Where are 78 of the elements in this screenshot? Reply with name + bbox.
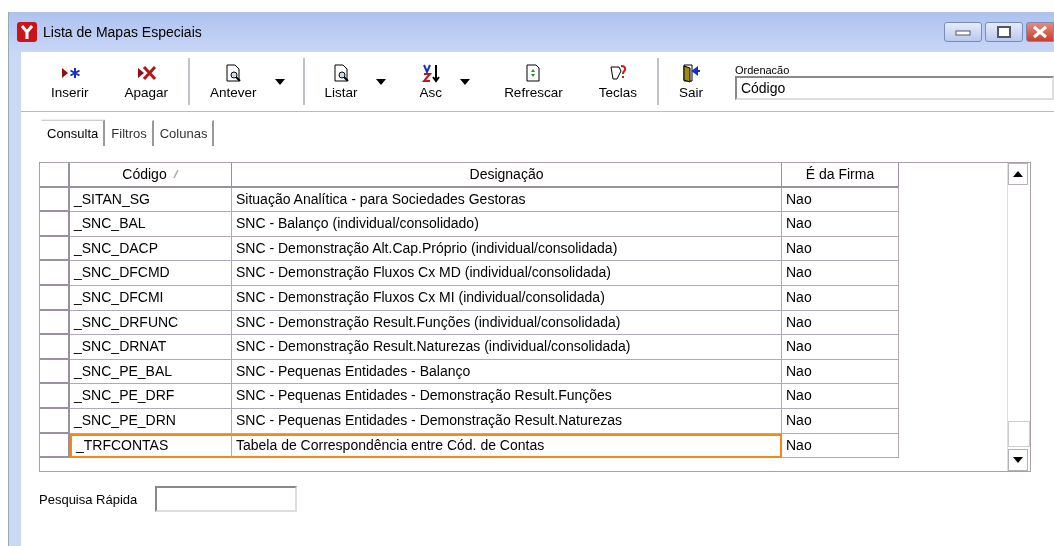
table-cell: _SNC_DFCMI: [70, 285, 232, 311]
column-header[interactable]: É da Firma: [805, 162, 875, 187]
toolbar-button[interactable]: Asc: [409, 52, 453, 111]
table-cell: Nao: [782, 384, 899, 409]
table-cell: SNC - Demonstração Fluxos Cx MD (individual/consolidada): [232, 261, 782, 286]
toolbar-button[interactable]: Antever: [200, 52, 267, 111]
row-selector[interactable]: [40, 335, 70, 360]
table-cell: _TRFCONTAS: [70, 433, 232, 459]
ordering-field[interactable]: Código: [734, 75, 1054, 100]
scroll-down-button[interactable]: [1008, 449, 1028, 471]
search-label: Pesquisa Rápida: [39, 491, 138, 507]
up-arrow-icon: [1013, 171, 1023, 177]
row-selector[interactable]: [40, 285, 70, 311]
close-icon: [1032, 25, 1048, 39]
ordering-label: Ordenacão: [734, 63, 791, 76]
table-cell: _SNC_PE_DRF: [70, 384, 232, 409]
row-selector[interactable]: [40, 212, 70, 237]
row-selector[interactable]: [40, 261, 70, 286]
table-cell: Nao: [782, 408, 899, 434]
column-header[interactable]: Código: [122, 162, 167, 187]
row-selector[interactable]: [40, 384, 70, 409]
table-cell: Nao: [782, 310, 899, 336]
table-cell: Nao: [782, 187, 899, 213]
row-selector[interactable]: [40, 187, 70, 213]
toolbar-button[interactable]: Refrescar: [494, 52, 573, 111]
table-cell: _SNC_DFCMD: [70, 261, 232, 286]
table-cell: Situação Analítica - para Sociedades Gestoras: [232, 187, 782, 213]
sort-icon: [419, 63, 442, 83]
app-logo-icon: [17, 22, 37, 42]
row-selector[interactable]: [40, 433, 70, 459]
scroll-thumb[interactable]: [1008, 421, 1030, 447]
table-cell: Nao: [782, 261, 899, 286]
search-field[interactable]: [155, 486, 298, 512]
tab[interactable]: Filtros: [105, 120, 154, 146]
column-header[interactable]: Designação: [469, 162, 544, 187]
table-cell: SNC - Demonstração Fluxos Cx MI (individual/consolidada): [232, 285, 782, 311]
table-cell: SNC - Balanço (individual/consolidado): [232, 212, 782, 237]
tab[interactable]: Consulta: [41, 120, 106, 146]
table-cell: Nao: [782, 236, 899, 262]
table-cell: _SNC_PE_DRN: [70, 408, 232, 434]
maximize-icon: [996, 26, 1012, 38]
table-cell: SNC - Demonstração Alt.Cap.Próprio (individual/consolidada): [232, 236, 782, 262]
table-cell: Nao: [782, 285, 899, 311]
table-cell: Nao: [782, 335, 899, 360]
toolbar-button[interactable]: Sair: [668, 52, 713, 111]
table-cell: SNC - Pequenas Entidades - Demonstração Result.Funções: [232, 384, 782, 409]
scrollbar[interactable]: [1007, 163, 1030, 471]
row-selector[interactable]: [40, 359, 70, 385]
row-selector[interactable]: [40, 236, 70, 262]
table-cell: SNC - Demonstração Result.Naturezas (individual/consolidada): [232, 335, 782, 360]
minimize-icon: [955, 28, 971, 36]
table-cell: Nao: [782, 359, 899, 385]
table-cell: _SNC_DRFUNC: [70, 310, 232, 336]
scroll-up-button[interactable]: [1008, 163, 1028, 185]
row-selector[interactable]: [40, 310, 70, 336]
table-cell: SNC - Pequenas Entidades - Balanço: [232, 359, 782, 385]
table-cell: _SITAN_SG: [70, 187, 232, 213]
close-button[interactable]: [1026, 22, 1054, 42]
triangle-cross-icon: [135, 63, 158, 83]
table-cell: Tabela de Correspondência entre Cód. de Contas: [232, 433, 782, 459]
window-title: Lista de Mapas Especiais: [43, 24, 203, 40]
table-cell: _SNC_DACP: [70, 236, 232, 262]
table-cell: Nao: [782, 212, 899, 237]
table-cell: SNC - Demonstração Result.Funções (individual/consolidada): [232, 310, 782, 336]
table-cell: _SNC_PE_BAL: [70, 359, 232, 385]
toolbar-button[interactable]: Apagar: [114, 52, 179, 111]
table-cell: _SNC_BAL: [70, 212, 232, 237]
tab[interactable]: Colunas: [153, 120, 215, 146]
minimize-button[interactable]: [944, 22, 982, 42]
maximize-button[interactable]: [985, 22, 1023, 42]
row-selector[interactable]: [40, 408, 70, 434]
toolbar-button[interactable]: Teclas: [588, 52, 647, 111]
table-cell: SNC - Pequenas Entidades - Demonstração Result.Naturezas: [232, 408, 782, 434]
toolbar-button[interactable]: Inserir: [41, 52, 99, 111]
table-cell: Nao: [782, 433, 899, 459]
down-arrow-icon: [1013, 457, 1023, 463]
table-cell: _SNC_DRNAT: [70, 335, 232, 360]
toolbar-button[interactable]: Listar: [314, 52, 368, 111]
